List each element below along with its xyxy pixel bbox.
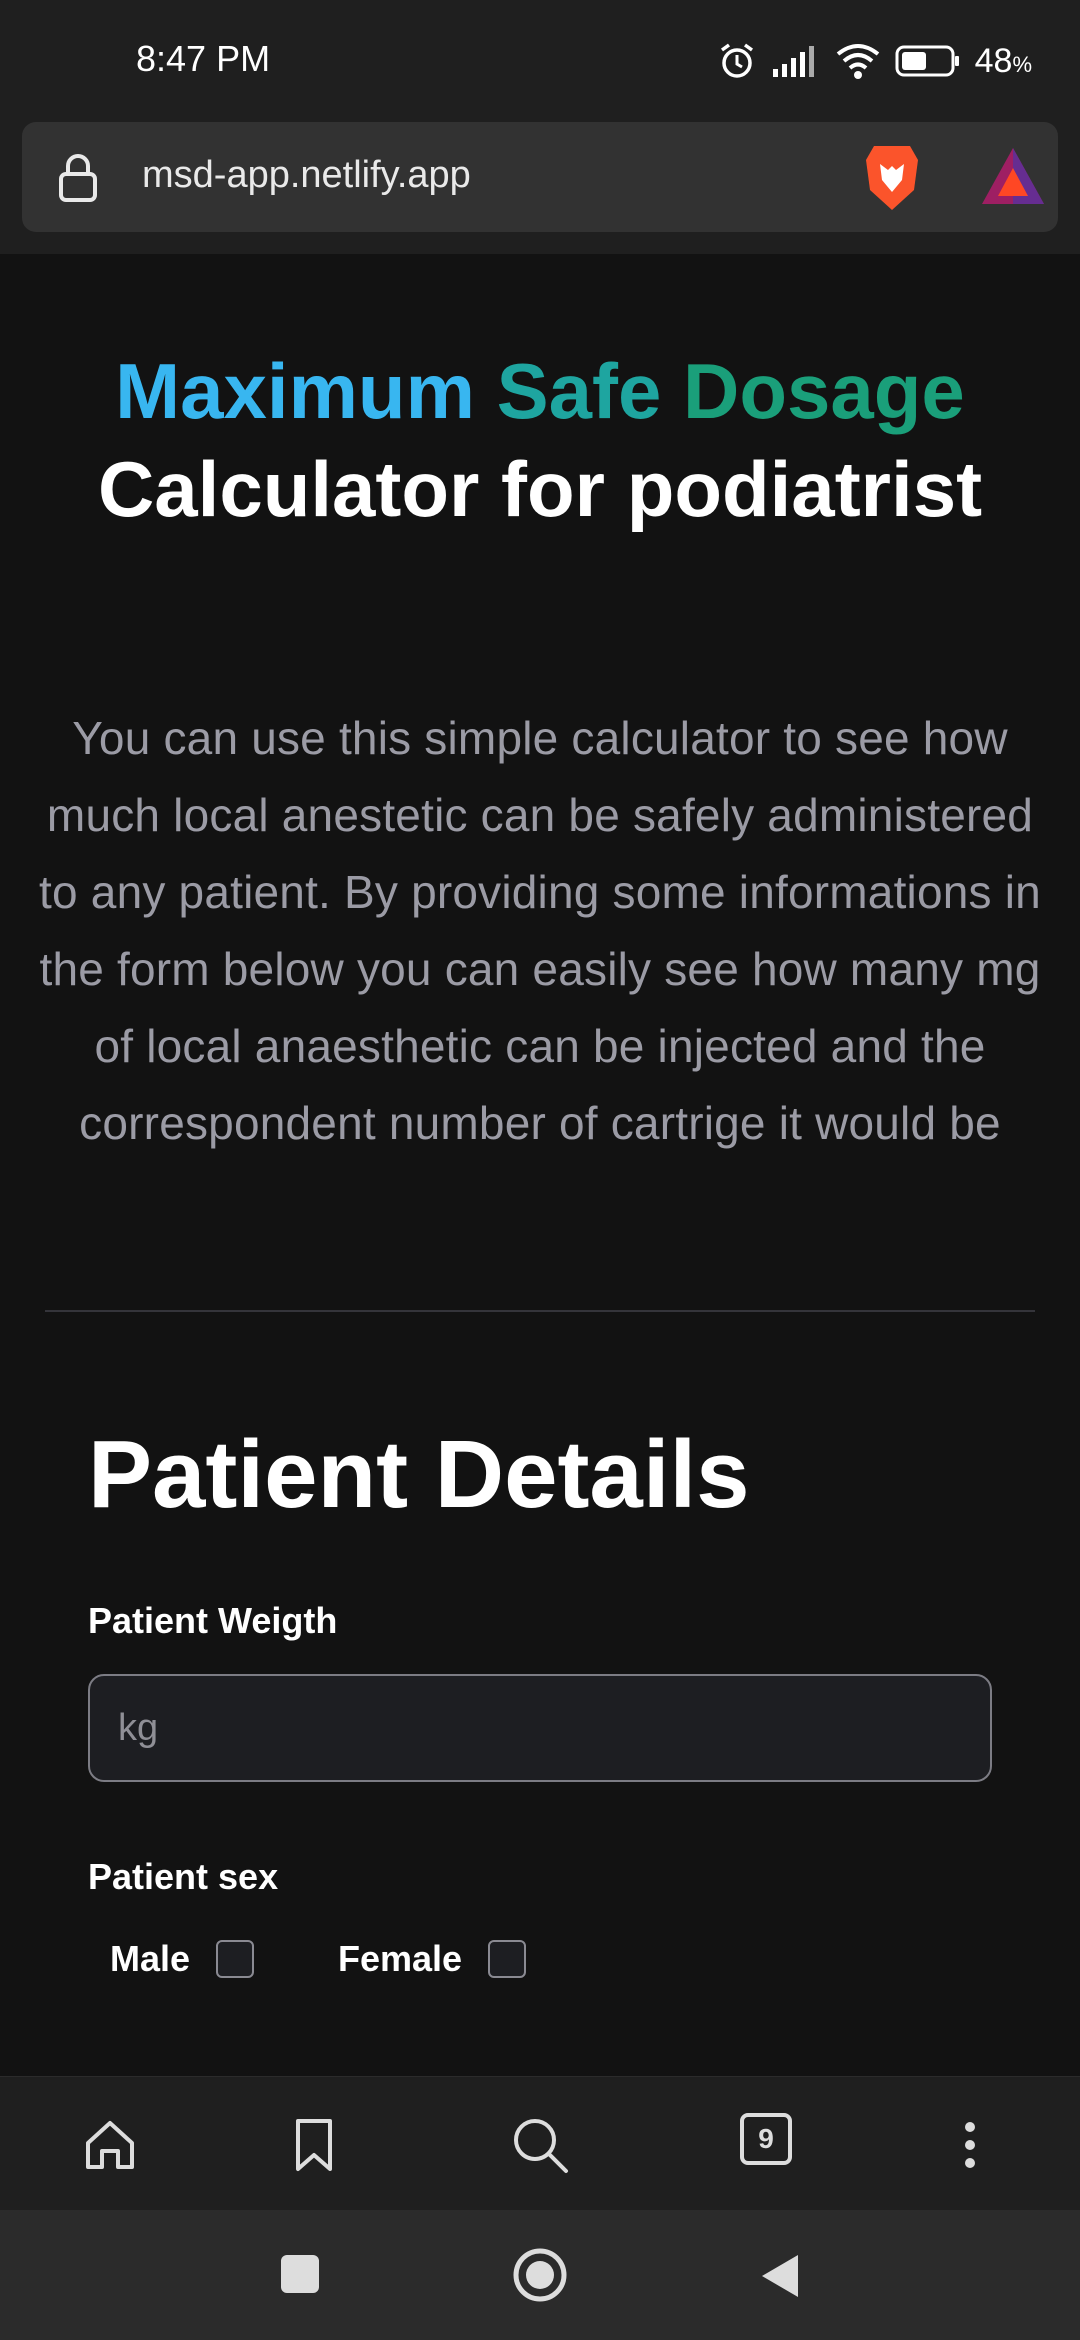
alarm-icon — [720, 43, 753, 78]
page-content: Maximum Safe Dosage Calculator for podia… — [0, 254, 1080, 2076]
weight-input[interactable] — [88, 1674, 992, 1782]
tabs-icon[interactable]: 9 — [740, 2113, 792, 2165]
wifi-icon — [836, 44, 879, 79]
intro-line: You can use this simple calculator to se… — [72, 712, 1008, 764]
system-nav-bar — [0, 2210, 1080, 2340]
bookmark-button[interactable] — [282, 2113, 346, 2177]
intro-line: the form below you can easily see how ma… — [39, 943, 1041, 995]
browser-toolbar: msd-app.netlify.app — [0, 122, 1080, 254]
sex-option-female[interactable]: Female — [338, 1938, 527, 1980]
section-heading: Patient Details — [88, 1421, 750, 1528]
bookmark-icon — [296, 2119, 332, 2171]
battery-icon — [895, 45, 959, 77]
intro-line: correspondent number of cartrige it woul… — [79, 1097, 1001, 1149]
sex-label: Patient sex — [88, 1856, 279, 1897]
recents-icon[interactable] — [280, 2254, 320, 2294]
intro-line: much local anestetic can be safely admin… — [46, 789, 1034, 841]
more-icon — [965, 2122, 975, 2168]
browser-bottom-nav: 9 — [0, 2076, 1080, 2211]
intro-line: of local anaesthetic can be injected and… — [94, 1020, 986, 1072]
search-icon — [514, 2119, 568, 2173]
sex-option-male[interactable]: Male — [110, 1938, 255, 1980]
sex-option-label: Male — [110, 1938, 191, 1979]
sex-option-label: Female — [338, 1938, 463, 1979]
title-subtitle: Calculator for podiatrist — [97, 445, 983, 533]
more-button[interactable] — [938, 2113, 1002, 2177]
status-time: 8:47 PM — [136, 38, 271, 79]
intro-paragraph: You can use this simple calculator to se… — [0, 700, 1080, 1162]
page-title: Maximum Safe Dosage Calculator for podia… — [0, 342, 1080, 538]
brave-shields-icon[interactable] — [860, 142, 924, 214]
title-dosage: Dosage — [683, 347, 965, 435]
search-button[interactable] — [508, 2113, 572, 2177]
weight-label: Patient Weigth — [88, 1600, 338, 1641]
status-bar: 8:47 PM 48% — [0, 0, 1080, 122]
title-maximum: Maximum — [115, 347, 475, 435]
status-icons: 48% — [717, 36, 1032, 86]
male-checkbox[interactable] — [216, 1940, 255, 1978]
bat-rewards-icon[interactable] — [980, 146, 1046, 206]
home-icon — [86, 2121, 134, 2169]
home-button[interactable] — [78, 2113, 142, 2177]
address-bar[interactable]: msd-app.netlify.app — [22, 122, 1058, 232]
lock-icon[interactable] — [56, 152, 100, 204]
divider — [45, 1310, 1035, 1312]
battery-level: 48% — [974, 41, 1032, 80]
signal-icon — [772, 46, 814, 77]
back-icon[interactable] — [758, 2253, 802, 2299]
title-safe: Safe — [496, 347, 662, 435]
home-circle-icon[interactable] — [512, 2247, 568, 2303]
intro-line: to any patient. By providing some inform… — [39, 866, 1041, 918]
url-text[interactable]: msd-app.netlify.app — [142, 154, 471, 197]
female-checkbox[interactable] — [488, 1940, 527, 1978]
